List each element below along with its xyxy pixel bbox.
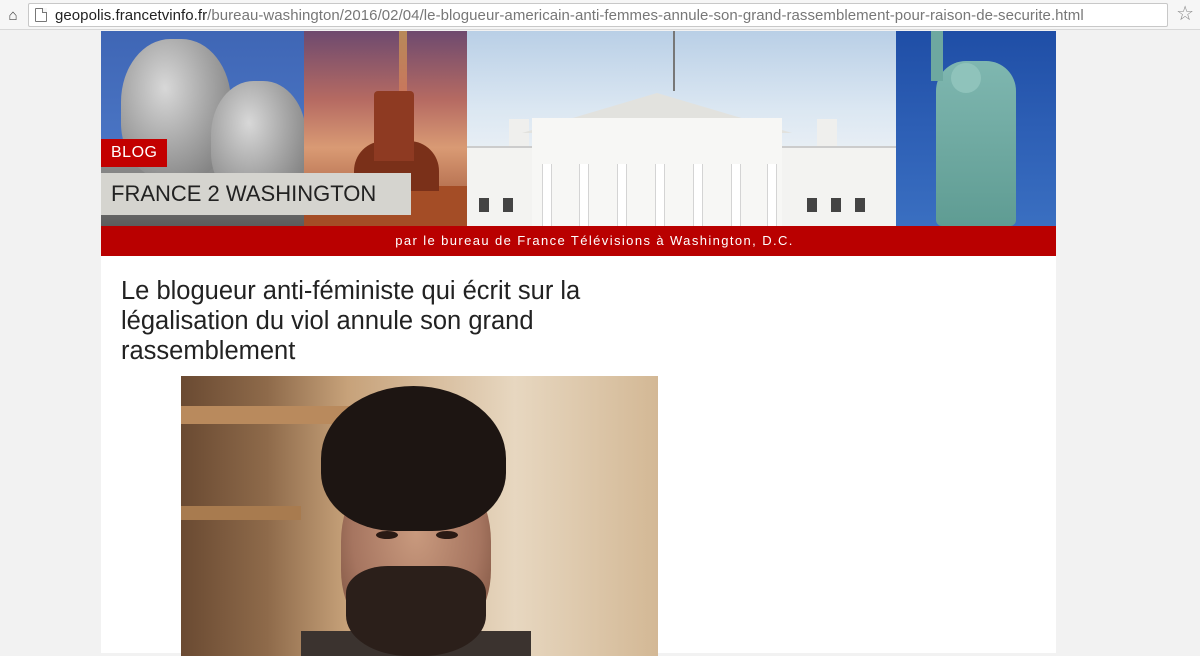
url-domain: geopolis.francetvinfo.fr xyxy=(55,6,208,24)
banner-image-statue-of-liberty xyxy=(896,31,1056,226)
article: Le blogueur anti-féministe qui écrit sur… xyxy=(121,276,641,366)
star-icon[interactable]: ☆ xyxy=(1176,3,1194,25)
blog-label[interactable]: BLOG xyxy=(101,139,168,167)
blog-title[interactable]: FRANCE 2 WASHINGTON xyxy=(101,173,411,215)
banner-subtitle: par le bureau de France Télévisions à Wa… xyxy=(101,226,1056,256)
url-text: geopolis.francetvinfo.fr/bureau-washingt… xyxy=(55,7,1084,24)
article-photo xyxy=(181,376,658,656)
page-icon xyxy=(35,8,47,22)
article-title: Le blogueur anti-féministe qui écrit sur… xyxy=(121,277,581,365)
page-content: BLOG FRANCE 2 WASHINGTON par le bureau d… xyxy=(101,31,1056,656)
browser-toolbar: ⌂ geopolis.francetvinfo.fr/bureau-washin… xyxy=(0,0,1200,30)
url-path: /bureau-washington/2016/02/04/le-blogueu… xyxy=(207,6,1084,24)
blog-banner: BLOG FRANCE 2 WASHINGTON xyxy=(101,31,1056,226)
address-bar[interactable]: geopolis.francetvinfo.fr/bureau-washingt… xyxy=(28,3,1168,27)
banner-image-white-house xyxy=(467,31,896,226)
home-icon[interactable]: ⌂ xyxy=(4,6,22,24)
